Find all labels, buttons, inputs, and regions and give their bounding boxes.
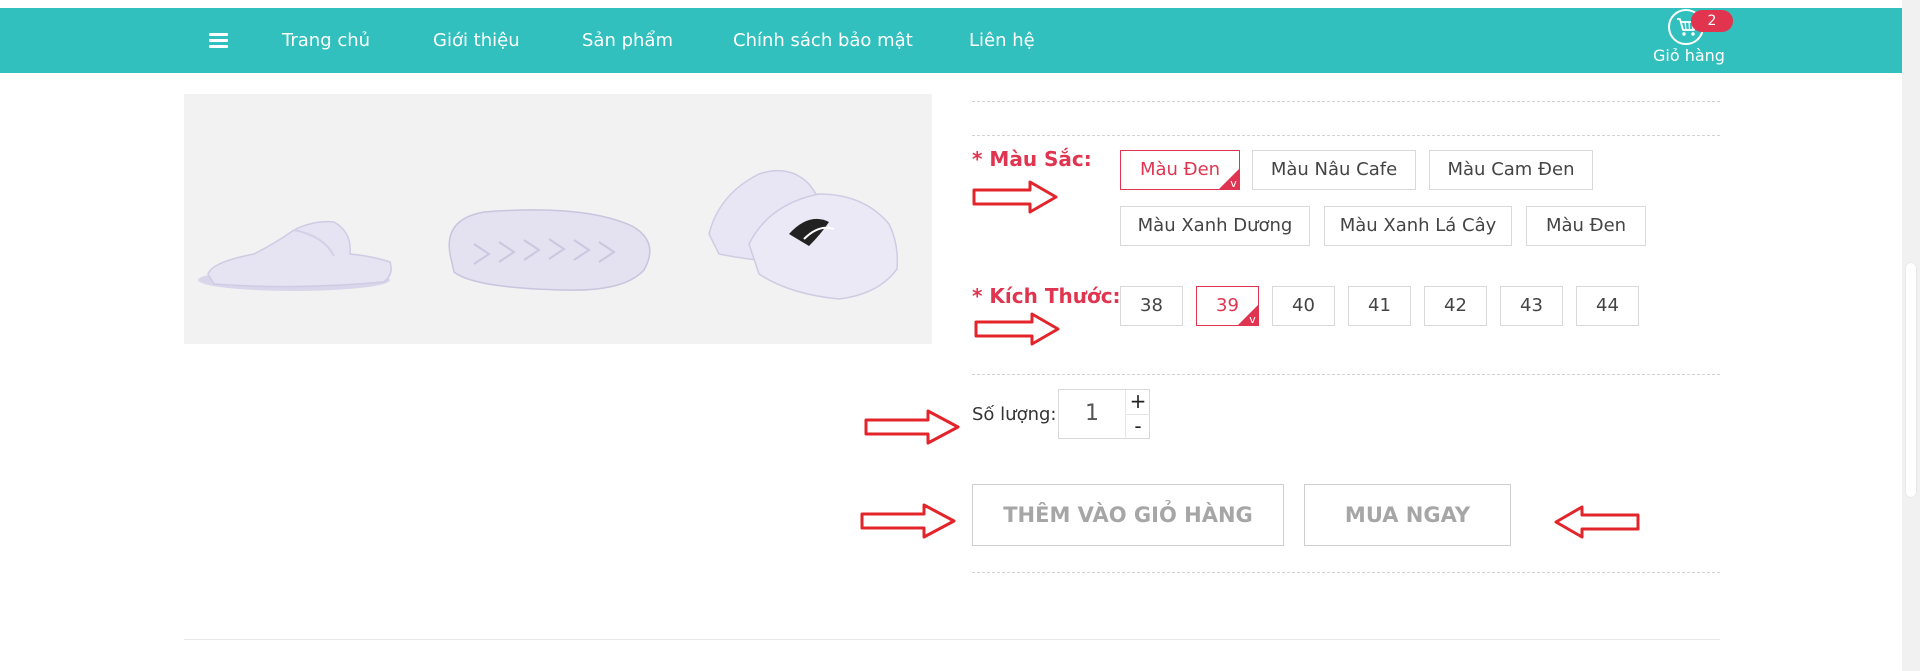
product-image-gallery xyxy=(184,94,932,344)
quantity-decrement-button[interactable]: - xyxy=(1125,414,1150,439)
option-label: 38 xyxy=(1140,295,1163,316)
product-thumbnail-sole[interactable] xyxy=(434,94,674,344)
color-option-mau-cam-den[interactable]: Màu Cam Đen xyxy=(1429,150,1593,190)
size-option-label: * Kích Thước: xyxy=(972,284,1121,308)
quantity-stepper: 1 + - xyxy=(1058,389,1150,439)
annotation-arrow-icon xyxy=(972,180,1058,214)
quantity-increment-button[interactable]: + xyxy=(1125,390,1150,414)
add-to-cart-button[interactable]: THÊM VÀO GIỎ HÀNG xyxy=(972,484,1284,546)
option-label: 42 xyxy=(1444,295,1467,316)
nav-item-products[interactable]: Sản phẩm xyxy=(582,30,673,51)
color-option-mau-den[interactable]: Màu Đen v xyxy=(1120,150,1240,190)
option-label: 41 xyxy=(1368,295,1391,316)
nav-item-contact[interactable]: Liên hệ xyxy=(969,30,1035,51)
color-option-mau-xanh-la-cay[interactable]: Màu Xanh Lá Cây xyxy=(1324,206,1512,246)
check-mark-icon: v xyxy=(1238,305,1258,325)
option-label: Màu Đen xyxy=(1545,215,1627,236)
divider xyxy=(972,135,1720,136)
option-label: Màu Xanh Dương xyxy=(1137,215,1293,236)
option-label: Màu Xanh Lá Cây xyxy=(1339,215,1497,236)
size-option-44[interactable]: 44 xyxy=(1576,286,1639,326)
size-option-39[interactable]: 39 v xyxy=(1196,286,1259,326)
color-option-mau-xanh-duong[interactable]: Màu Xanh Dương xyxy=(1120,206,1310,246)
option-label: Màu Đen xyxy=(1139,159,1221,180)
size-option-40[interactable]: 40 xyxy=(1272,286,1335,326)
nav-item-home[interactable]: Trang chủ xyxy=(282,30,370,51)
option-label: 44 xyxy=(1596,295,1619,316)
divider xyxy=(972,374,1720,375)
cart-label: Giỏ hàng xyxy=(1653,46,1725,65)
top-navbar: Trang chủ Giới thiệu Sản phẩm Chính sách… xyxy=(0,8,1902,73)
nav-item-privacy-policy[interactable]: Chính sách bảo mật xyxy=(733,30,913,51)
annotation-arrow-icon xyxy=(864,409,960,445)
divider xyxy=(972,101,1720,102)
size-option-38[interactable]: 38 xyxy=(1120,286,1183,326)
cart-button[interactable]: 2 Giỏ hàng xyxy=(1648,8,1733,73)
option-label: Màu Nâu Cafe xyxy=(1270,159,1398,180)
nav-item-about[interactable]: Giới thiệu xyxy=(433,30,520,51)
top-strip xyxy=(0,0,1902,8)
size-option-42[interactable]: 42 xyxy=(1424,286,1487,326)
option-label: 43 xyxy=(1520,295,1543,316)
product-thumbnail-side[interactable] xyxy=(184,94,404,344)
page-scrollbar[interactable] xyxy=(1902,0,1920,671)
quantity-input[interactable]: 1 xyxy=(1059,390,1125,438)
hamburger-icon[interactable] xyxy=(209,33,228,49)
option-label: Màu Cam Đen xyxy=(1447,159,1575,180)
color-option-mau-nau-cafe[interactable]: Màu Nâu Cafe xyxy=(1252,150,1416,190)
option-label: 40 xyxy=(1292,295,1315,316)
quantity-label: Số lượng: xyxy=(972,404,1057,425)
color-option-mau-den-2[interactable]: Màu Đen xyxy=(1526,206,1646,246)
cart-count-badge: 2 xyxy=(1691,10,1733,32)
annotation-arrow-icon xyxy=(860,503,956,539)
annotation-arrow-icon xyxy=(1554,505,1640,539)
divider xyxy=(972,572,1720,573)
divider xyxy=(184,639,1720,640)
product-thumbnail-pair[interactable] xyxy=(689,94,929,344)
size-option-41[interactable]: 41 xyxy=(1348,286,1411,326)
option-label: 39 xyxy=(1216,295,1239,316)
scrollbar-thumb[interactable] xyxy=(1905,262,1917,498)
size-option-43[interactable]: 43 xyxy=(1500,286,1563,326)
annotation-arrow-icon xyxy=(974,312,1060,346)
color-option-label: * Màu Sắc: xyxy=(972,147,1092,171)
check-mark-icon: v xyxy=(1219,169,1239,189)
buy-now-button[interactable]: MUA NGAY xyxy=(1304,484,1511,546)
